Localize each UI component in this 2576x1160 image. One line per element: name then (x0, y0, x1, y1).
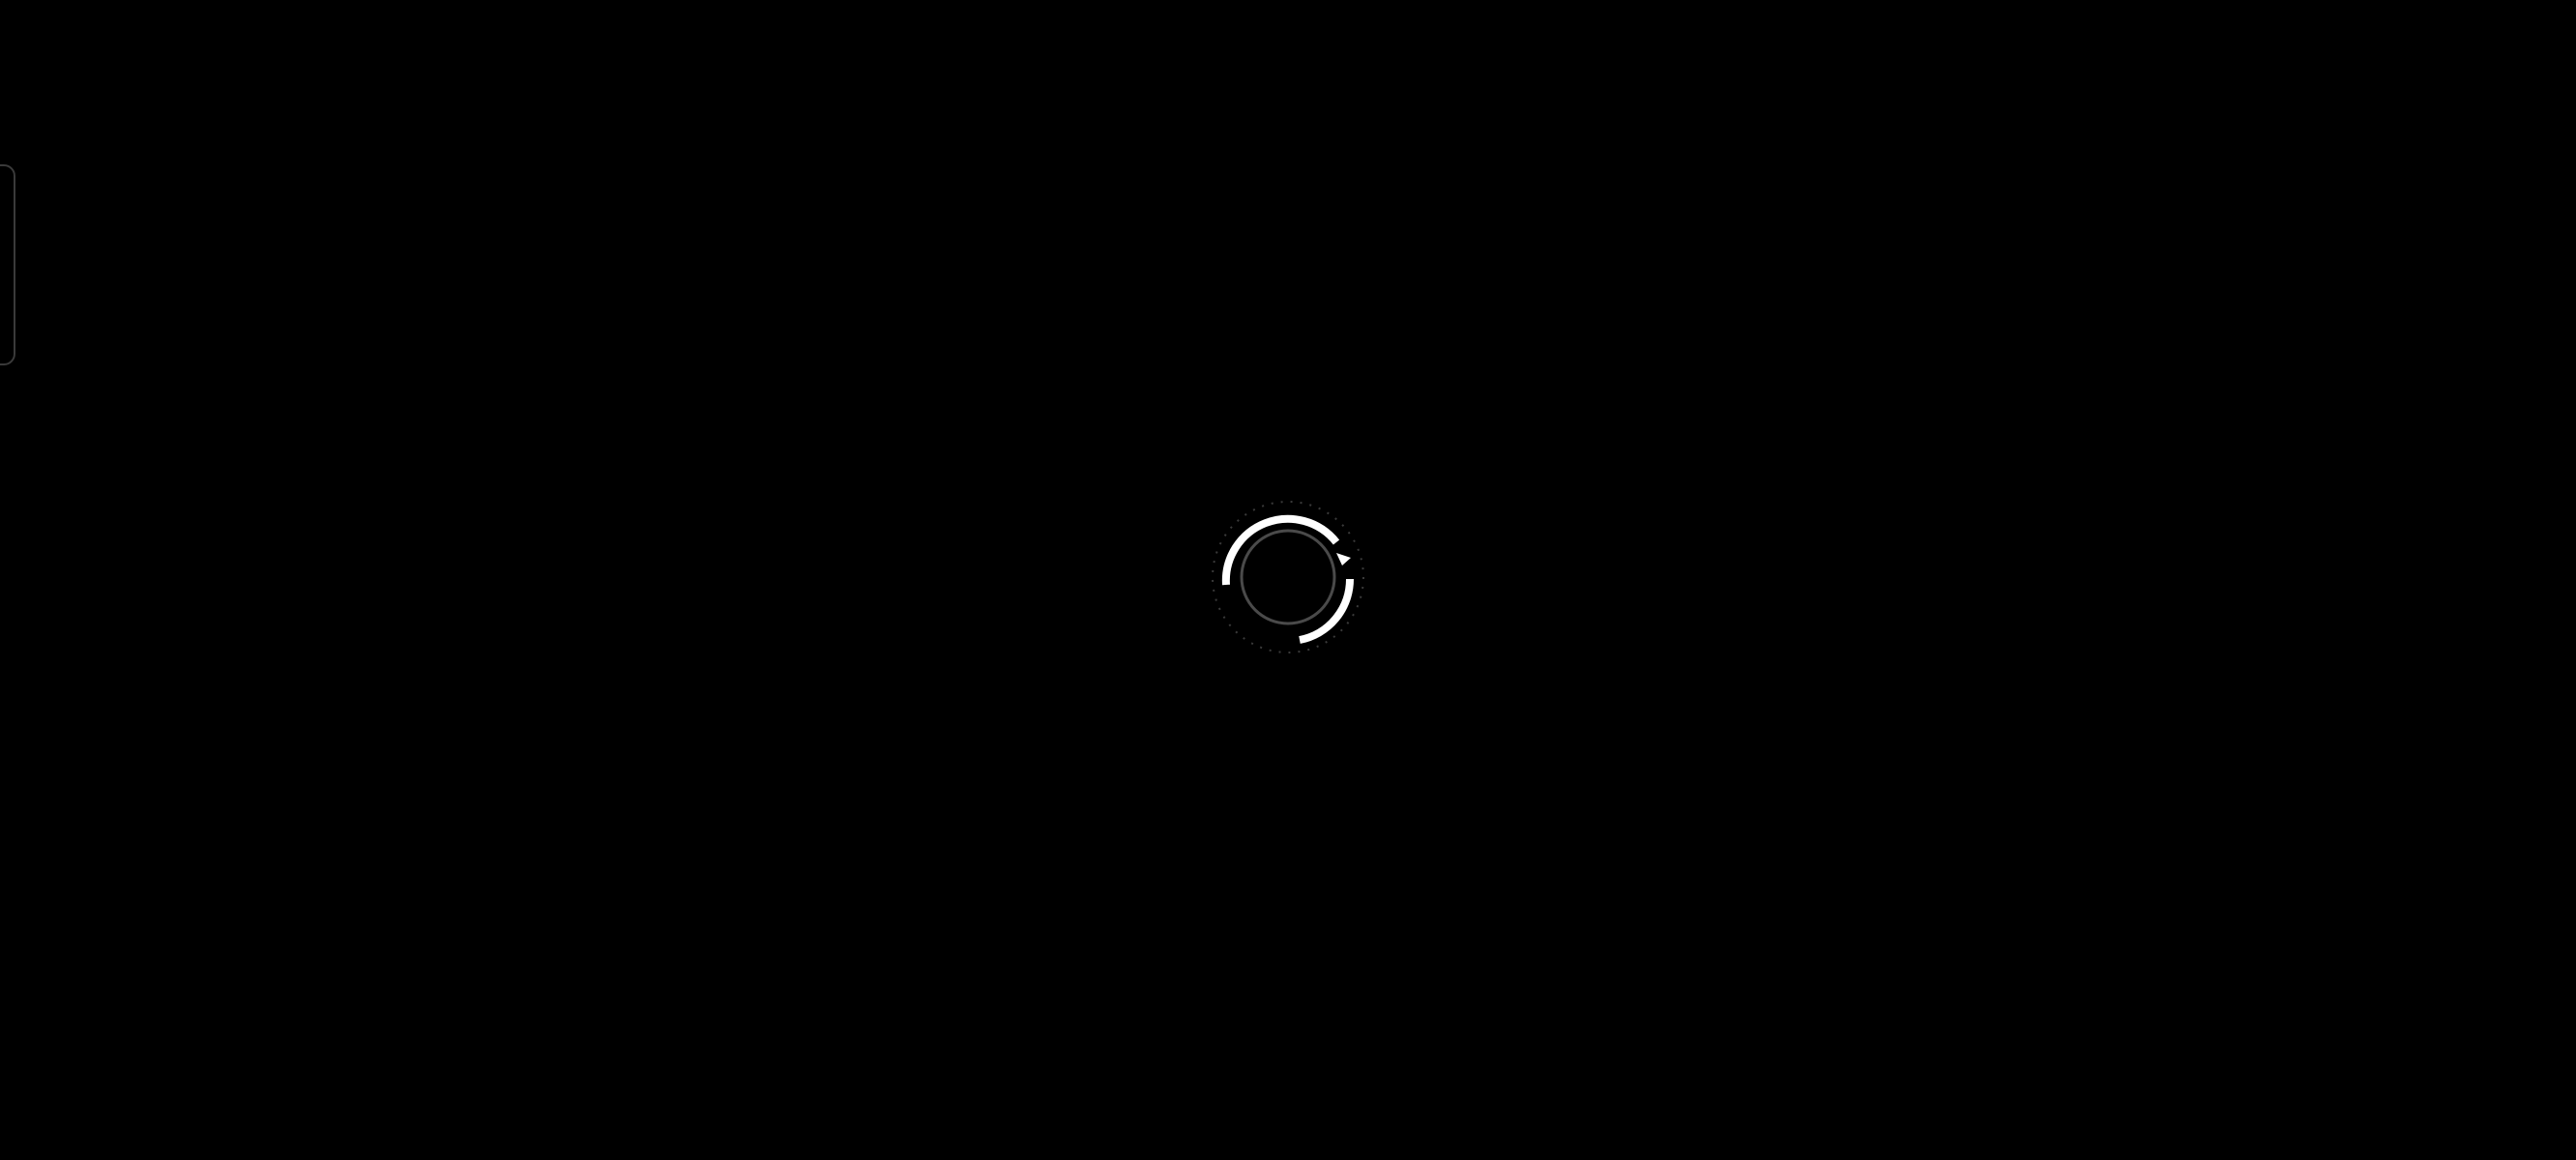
loading-spinner-icon (1212, 501, 1364, 653)
loading-inner-ring (1240, 529, 1336, 625)
loading-screen (0, 0, 2576, 1160)
loading-arc-right (1299, 578, 1355, 644)
loading-dotted-ring (1212, 501, 1364, 653)
side-panel-handle[interactable] (0, 164, 15, 365)
loading-arrow-head (1336, 553, 1351, 566)
loading-spinner (1211, 500, 1365, 654)
